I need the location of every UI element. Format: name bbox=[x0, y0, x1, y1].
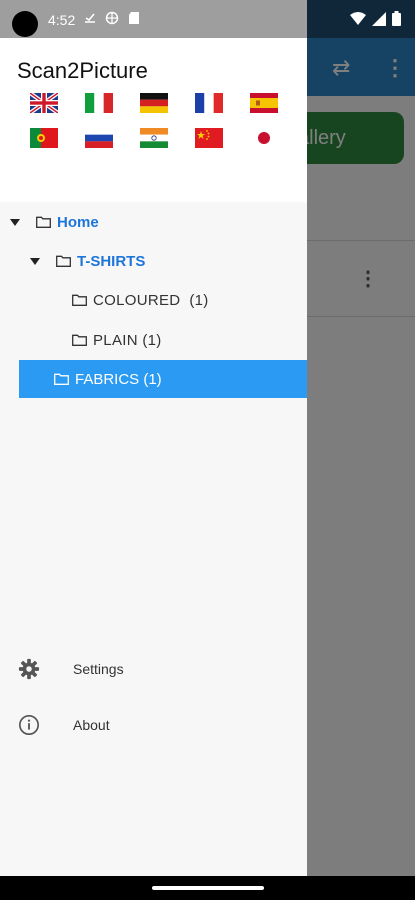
expand-caret-icon[interactable] bbox=[10, 218, 20, 226]
app-title: Scan2Picture bbox=[17, 58, 148, 83]
battery-icon bbox=[392, 11, 401, 26]
flag-russia-icon[interactable] bbox=[85, 128, 113, 148]
folder-icon bbox=[36, 216, 51, 228]
flag-italy-icon[interactable] bbox=[85, 93, 113, 113]
sd-card-icon bbox=[129, 12, 139, 24]
flag-japan-icon[interactable] bbox=[250, 128, 278, 148]
folder-icon bbox=[72, 334, 87, 346]
tree-label-coloured: COLOURED (1) bbox=[93, 291, 209, 309]
info-icon bbox=[19, 715, 39, 735]
tree-label-fabrics: FABRICS (1) bbox=[75, 370, 162, 388]
signal-icon bbox=[372, 11, 386, 26]
download-done-icon bbox=[85, 13, 95, 23]
system-status-icons bbox=[350, 11, 401, 26]
flag-uk-icon[interactable] bbox=[30, 93, 58, 113]
tree-item-fabrics-selected[interactable]: FABRICS (1) bbox=[19, 360, 307, 398]
vpn-globe-icon bbox=[105, 11, 119, 25]
menu-label-about: About bbox=[73, 717, 110, 733]
tree-label-tshirts: T-SHIRTS bbox=[77, 252, 146, 270]
home-gesture-handle[interactable] bbox=[152, 886, 264, 890]
status-time: 4:52 bbox=[48, 12, 76, 28]
tree-label-plain: PLAIN (1) bbox=[93, 331, 162, 349]
flag-portugal-icon[interactable] bbox=[30, 128, 58, 148]
tree-item-coloured[interactable]: COLOURED (1) bbox=[72, 281, 209, 319]
folder-icon bbox=[56, 255, 71, 267]
menu-item-about[interactable]: About bbox=[0, 702, 307, 748]
tree-item-plain[interactable]: PLAIN (1) bbox=[72, 321, 162, 359]
tree-label-home: Home bbox=[57, 213, 99, 231]
flag-china-icon[interactable] bbox=[195, 128, 223, 148]
menu-item-settings[interactable]: Settings bbox=[0, 646, 307, 692]
system-navigation-bar bbox=[0, 876, 415, 900]
flag-germany-icon[interactable] bbox=[140, 93, 168, 113]
flag-spain-icon[interactable] bbox=[250, 93, 278, 113]
menu-label-settings: Settings bbox=[73, 661, 124, 677]
navigation-drawer: 4:52 Scan2Picture Home T-SHIRTS COLOURED… bbox=[0, 0, 307, 876]
flag-india-icon[interactable] bbox=[140, 128, 168, 148]
folder-icon bbox=[54, 373, 69, 385]
tree-item-tshirts[interactable]: T-SHIRTS bbox=[30, 242, 145, 280]
flag-france-icon[interactable] bbox=[195, 93, 223, 113]
drawer-header: Scan2Picture bbox=[0, 38, 307, 202]
folder-icon bbox=[72, 294, 87, 306]
expand-caret-icon[interactable] bbox=[30, 257, 40, 265]
camera-cutout bbox=[12, 11, 38, 37]
wifi-icon bbox=[350, 11, 366, 25]
tree-item-home[interactable]: Home bbox=[10, 203, 99, 241]
drawer-status-bar: 4:52 bbox=[0, 0, 307, 38]
gear-icon bbox=[18, 658, 40, 680]
